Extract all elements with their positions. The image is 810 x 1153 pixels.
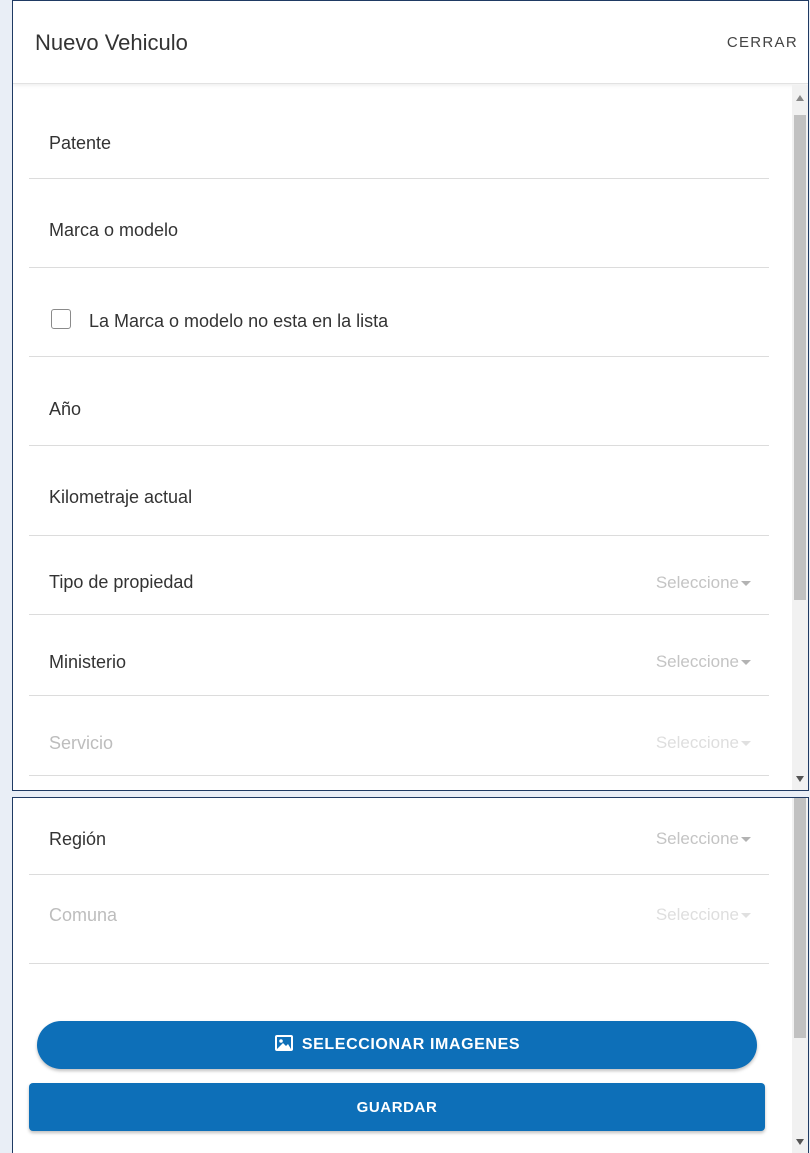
marca-label: Marca o modelo xyxy=(49,220,179,240)
anio-label: Año xyxy=(49,399,82,419)
select-images-button[interactable]: SELECCIONAR IMAGENES xyxy=(37,1021,757,1069)
scroll-down-icon[interactable] xyxy=(796,776,804,782)
region-select-partial[interactable]: Región Seleccione xyxy=(29,776,769,790)
scrollbar-thumb[interactable] xyxy=(794,115,806,600)
comuna-label: Comuna xyxy=(49,905,118,925)
region-label: Región xyxy=(49,829,107,849)
marca-not-listed-label[interactable]: La Marca o modelo no esta en la lista xyxy=(89,311,388,332)
servicio-value: Seleccione xyxy=(655,733,739,752)
kilometraje-field[interactable]: Kilometraje actual xyxy=(29,446,769,536)
patente-label: Patente xyxy=(49,133,112,153)
chevron-down-icon xyxy=(741,913,751,918)
patente-field[interactable]: Patente xyxy=(29,96,769,179)
tipo-propiedad-select[interactable]: Tipo de propiedad Seleccione xyxy=(29,536,769,615)
comuna-value: Seleccione xyxy=(655,905,739,924)
ministerio-select[interactable]: Ministerio Seleccione xyxy=(29,615,769,696)
region-select[interactable]: Región Seleccione xyxy=(29,798,769,875)
anio-field[interactable]: Año xyxy=(29,357,769,446)
ministerio-value: Seleccione xyxy=(655,652,739,671)
chevron-down-icon xyxy=(741,741,751,746)
close-button[interactable]: CERRAR xyxy=(727,34,798,51)
chevron-down-icon xyxy=(741,581,751,586)
scroll-down-icon[interactable] xyxy=(796,1139,804,1145)
chevron-down-icon xyxy=(741,837,751,842)
modal-title: Nuevo Vehiculo xyxy=(35,30,188,55)
chevron-down-icon xyxy=(741,660,751,665)
image-icon xyxy=(274,1034,294,1057)
scrollbar[interactable] xyxy=(792,85,808,790)
tipo-propiedad-value: Seleccione xyxy=(655,573,739,592)
ministerio-label: Ministerio xyxy=(49,652,127,672)
save-label: GUARDAR xyxy=(356,1098,438,1116)
marca-field[interactable]: Marca o modelo xyxy=(29,179,769,268)
region-value: Seleccione xyxy=(655,829,739,848)
modal-header: Nuevo Vehiculo CERRAR xyxy=(13,1,808,84)
servicio-select: Servicio Seleccione xyxy=(29,696,769,776)
scrollbar-thumb[interactable] xyxy=(794,798,806,1038)
kilometraje-label: Kilometraje actual xyxy=(49,487,193,507)
comuna-select: Comuna Seleccione xyxy=(29,875,769,964)
marca-not-listed-checkbox[interactable] xyxy=(51,309,71,329)
scroll-up-icon[interactable] xyxy=(796,95,804,101)
tipo-propiedad-label: Tipo de propiedad xyxy=(49,572,194,592)
save-button[interactable]: GUARDAR xyxy=(29,1083,765,1131)
marca-not-listed-row: La Marca o modelo no esta en la lista xyxy=(29,268,769,357)
scrollbar[interactable] xyxy=(792,798,808,1153)
select-images-label: SELECCIONAR IMAGENES xyxy=(301,1036,521,1053)
vehicle-form-modal-scrolled: Región Seleccione Comuna Seleccione SELE… xyxy=(12,797,809,1153)
servicio-label: Servicio xyxy=(49,733,114,753)
vehicle-form-modal: Nuevo Vehiculo CERRAR Patente Marca o mo… xyxy=(12,0,809,791)
